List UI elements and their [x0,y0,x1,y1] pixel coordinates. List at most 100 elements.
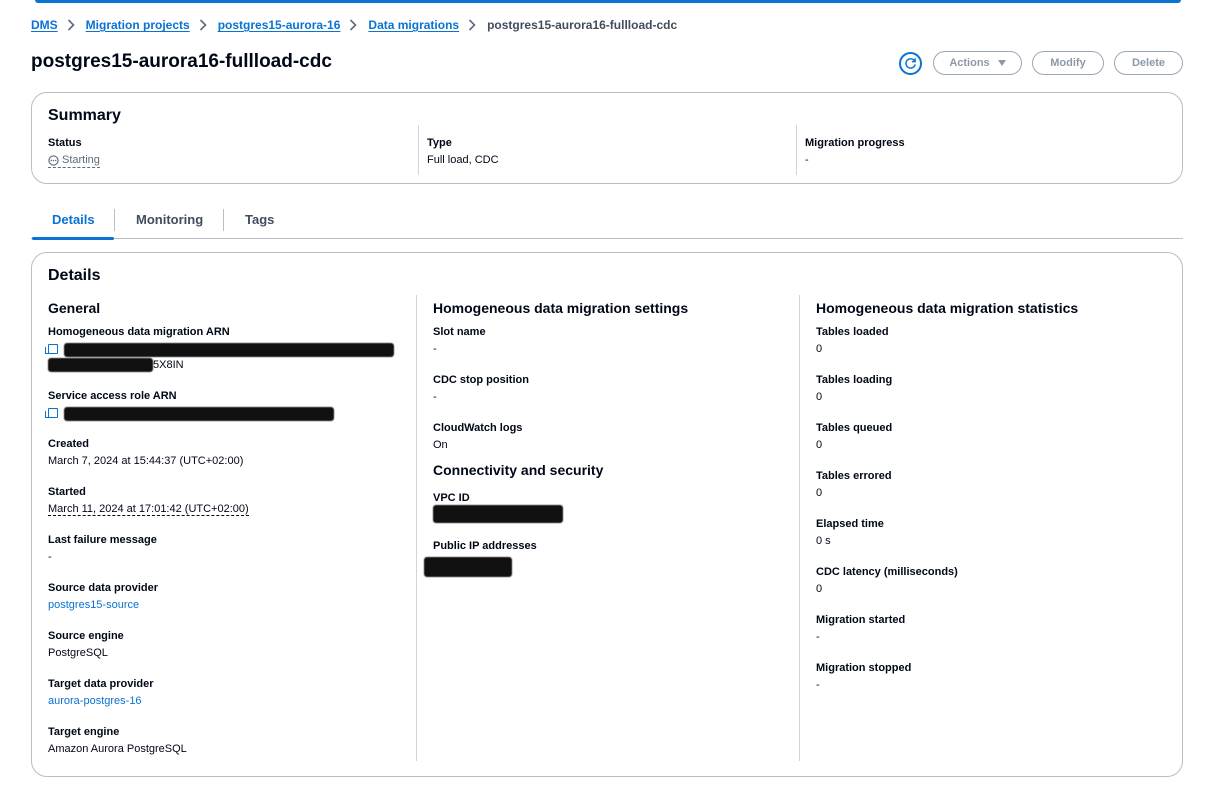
breadcrumb-current: postgres15-aurora16-fullload-cdc [487,18,678,32]
redacted-ip-addresses [424,557,512,577]
stat-label: Migration started [816,614,906,626]
stat-value: 0 s [816,535,831,547]
stat-label: Migration stopped [816,662,912,674]
status-value: Starting [62,154,100,166]
chevron-right-icon [340,18,368,32]
stat-item: Tables queued 0 [816,422,1169,470]
modify-button[interactable]: Modify [1032,51,1104,75]
stat-item: CDC latency (milliseconds) 0 [816,566,1169,614]
settings-column: Homogeneous data migration settings Slot… [416,295,800,761]
created-value: March 7, 2024 at 15:44:37 (UTC+02:00) [48,455,244,467]
arn-label: Homogeneous data migration ARN [48,326,230,338]
created-field: Created March 7, 2024 at 15:44:37 (UTC+0… [48,438,416,486]
logs-label: CloudWatch logs [433,422,523,434]
copy-icon[interactable] [45,344,58,354]
public-ip-field: Public IP addresses [424,540,800,588]
target-engine-label: Target engine [48,726,120,738]
pending-status-icon [48,154,59,166]
target-engine-field: Target engine Amazon Aurora PostgreSQL [48,726,416,774]
vpc-id-field: VPC ID [433,492,800,540]
status-label: Status [48,137,82,149]
started-label: Started [48,486,86,498]
tab-divider [223,209,224,231]
stat-item: Tables loaded 0 [816,326,1169,374]
tab-list: Details Monitoring Tags [31,204,1183,240]
target-engine-value: Amazon Aurora PostgreSQL [48,743,187,755]
target-provider-link[interactable]: aurora-postgres-16 [48,695,416,707]
source-engine-value: PostgreSQL [48,647,108,659]
redacted-role-arn [64,407,334,421]
tab-details[interactable]: Details [52,212,95,227]
source-provider-label: Source data provider [48,582,159,594]
vpc-label: VPC ID [433,492,470,504]
tab-tags[interactable]: Tags [245,212,274,227]
delete-label: Delete [1131,57,1166,69]
status-badge[interactable]: Starting [48,154,100,168]
cdc-stop-label: CDC stop position [433,374,529,386]
statistics-heading: Homogeneous data migration statistics [816,300,1079,316]
redacted-arn [64,343,394,358]
summary-container: Summary Status Starting Type Full load, … [31,92,1183,184]
page-title: postgres15-aurora16-fullload-cdc [31,51,332,72]
source-provider-field: Source data provider postgres15-source [48,582,416,630]
source-engine-field: Source engine PostgreSQL [48,630,416,678]
started-field: Started March 11, 2024 at 17:01:42 (UTC+… [48,486,416,534]
breadcrumb-migration-projects[interactable]: Migration projects [86,18,190,32]
stat-value: 0 [816,343,823,355]
logs-value: On [433,439,448,451]
type-label: Type [427,137,452,149]
stat-item: Elapsed time 0 s [816,518,1169,566]
general-column: General Homogeneous data migration ARN 5… [45,295,416,761]
breadcrumb: DMS Migration projects postgres15-aurora… [31,18,677,32]
top-accent-bar [35,0,1181,3]
role-label: Service access role ARN [48,390,177,402]
header-actions: Actions Modify Delete [899,51,1183,75]
breadcrumb-data-migrations[interactable]: Data migrations [368,18,459,32]
stat-label: Elapsed time [816,518,884,530]
target-provider-field: Target data provider aurora-postgres-16 [48,678,416,726]
progress-label: Migration progress [805,137,905,149]
refresh-button[interactable] [899,51,922,75]
slot-name-field: Slot name - [433,326,800,374]
service-role-arn-field: Service access role ARN [45,390,416,438]
target-provider-label: Target data provider [48,678,154,690]
stat-item: Migration started - [816,614,1169,662]
failure-field: Last failure message - [48,534,416,582]
modify-label: Modify [1050,57,1086,69]
failure-value: - [48,551,52,563]
cloudwatch-logs-field: CloudWatch logs On [433,422,800,458]
settings-heading: Homogeneous data migration settings [433,300,689,316]
source-provider-link[interactable]: postgres15-source [48,599,416,611]
created-label: Created [48,438,89,450]
copy-icon[interactable] [45,407,58,418]
stat-value: - [816,679,820,691]
source-engine-label: Source engine [48,630,124,642]
slot-value: - [433,343,437,355]
statistics-column: Homogeneous data migration statistics Ta… [799,295,1169,761]
active-tab-indicator [32,237,114,240]
failure-label: Last failure message [48,534,157,546]
details-title: Details [48,267,101,284]
ip-label: Public IP addresses [433,540,537,552]
summary-title: Summary [48,107,121,124]
arn-tail: 5X8IN [153,359,184,371]
stat-value: 0 [816,487,823,499]
migration-arn-field: Homogeneous data migration ARN 5X8IN [45,326,416,390]
cdc-stop-field: CDC stop position - [433,374,800,422]
chevron-right-icon [58,18,86,32]
breadcrumb-project[interactable]: postgres15-aurora-16 [218,18,341,32]
actions-dropdown-button[interactable]: Actions [933,51,1022,75]
redacted-vpc-id [433,505,563,523]
stat-label: Tables errored [816,470,892,482]
tab-divider [114,209,115,231]
breadcrumb-dms[interactable]: DMS [31,18,58,32]
stat-value: 0 [816,439,823,451]
stat-value: 0 [816,391,823,403]
stat-value: - [816,631,820,643]
started-value[interactable]: March 11, 2024 at 17:01:42 (UTC+02:00) [48,503,249,516]
chevron-right-icon [459,18,487,32]
tab-monitoring[interactable]: Monitoring [136,212,203,227]
refresh-icon [905,57,916,69]
delete-button[interactable]: Delete [1114,51,1183,75]
chevron-right-icon [190,18,218,32]
